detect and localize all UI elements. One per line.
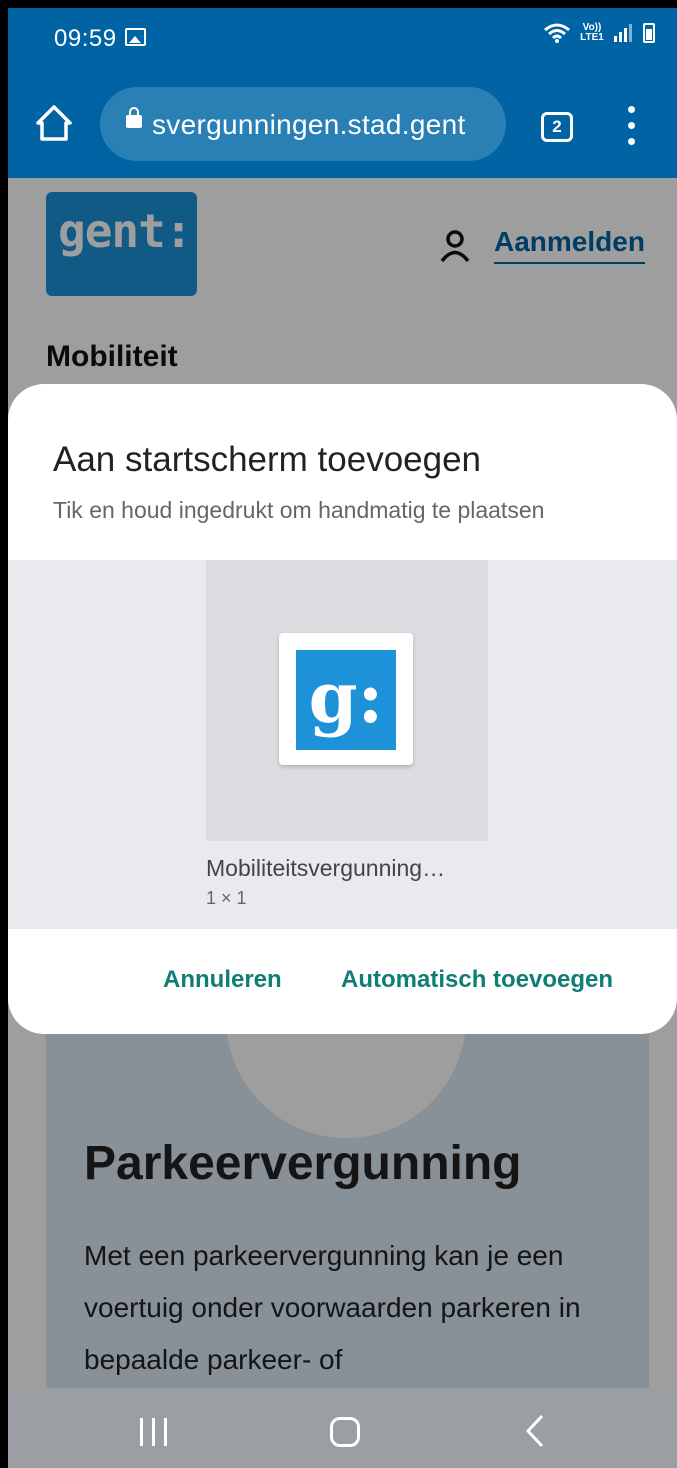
home-icon[interactable]: [32, 101, 76, 145]
back-icon[interactable]: [520, 1414, 550, 1448]
dialog-subtitle: Tik en houd ingedrukt om handmatig te pl…: [53, 497, 545, 523]
status-icons: Vo)) LTE1: [543, 22, 655, 44]
gent-app-icon: g:: [296, 650, 396, 750]
widget-preview-area: g: Mobiliteitsvergunning… 1 × 1: [8, 560, 677, 929]
cancel-button[interactable]: Annuleren: [163, 966, 282, 994]
lock-icon: [126, 107, 142, 128]
address-bar[interactable]: svergunningen.stad.gent: [100, 87, 506, 161]
add-to-homescreen-dialog: Aan startscherm toevoegen Tik en houd in…: [8, 384, 677, 1034]
wifi-icon: [543, 22, 571, 44]
browser-toolbar: svergunningen.stad.gent 2: [8, 74, 677, 178]
battery-icon: [643, 23, 655, 43]
recent-apps-icon[interactable]: [140, 1418, 168, 1446]
home-nav-icon[interactable]: [330, 1417, 360, 1447]
app-icon-frame: g:: [279, 633, 413, 765]
signal-icon: [613, 23, 633, 43]
widget-preview-tile[interactable]: g:: [206, 560, 488, 841]
status-bar: 09:59 Vo)) LTE1: [8, 8, 677, 74]
dialog-title: Aan startscherm toevoegen: [53, 440, 482, 479]
widget-name: Mobiliteitsvergunning…: [206, 855, 446, 881]
url-text: svergunningen.stad.gent: [152, 109, 466, 140]
system-navigation-bar: [8, 1388, 677, 1468]
add-automatically-button[interactable]: Automatisch toevoegen: [341, 966, 613, 994]
image-notification-icon: [125, 28, 146, 46]
more-menu-icon[interactable]: [620, 106, 644, 146]
widget-size: 1 × 1: [206, 888, 247, 908]
status-time: 09:59: [54, 25, 117, 52]
network-label: Vo)) LTE1: [580, 22, 604, 43]
tab-switcher-button[interactable]: 2: [541, 112, 573, 142]
screen: 09:59 Vo)) LTE1 svergunningen.stad.gent …: [8, 8, 677, 1468]
